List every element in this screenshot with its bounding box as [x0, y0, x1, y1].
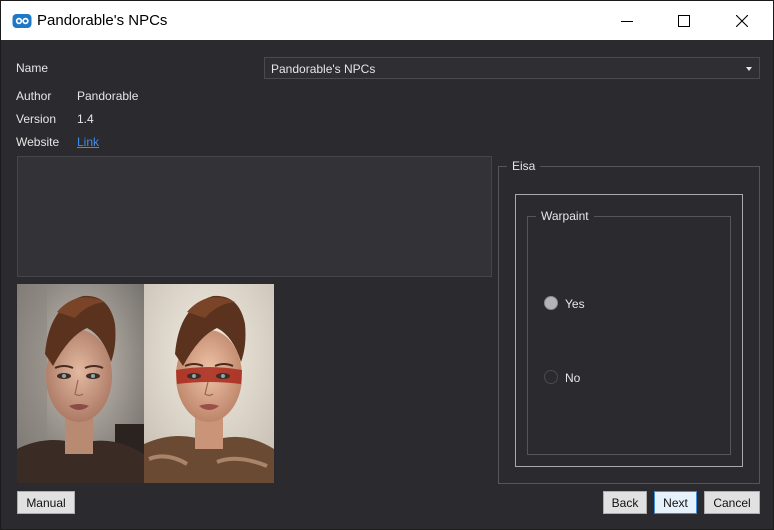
- minimize-icon: [621, 20, 633, 22]
- manual-button[interactable]: Manual: [17, 491, 75, 514]
- installer-window: Pandorable's NPCs Name Pandorable's NPCs…: [0, 0, 774, 530]
- radio-no-label[interactable]: No: [565, 371, 580, 385]
- option-subgroup-title: Warpaint: [536, 209, 594, 223]
- title-bar[interactable]: Pandorable's NPCs: [1, 1, 773, 40]
- next-button[interactable]: Next: [654, 491, 697, 514]
- preview-image: [17, 284, 274, 483]
- version-value: 1.4: [77, 112, 94, 126]
- chevron-down-icon: [746, 67, 752, 71]
- close-button[interactable]: [719, 1, 765, 40]
- author-label: Author: [16, 89, 52, 103]
- name-select-value: Pandorable's NPCs: [271, 62, 376, 76]
- author-value: Pandorable: [77, 89, 139, 103]
- name-label: Name: [16, 61, 49, 75]
- back-button[interactable]: Back: [603, 491, 647, 514]
- close-icon: [736, 14, 748, 27]
- website-label: Website: [16, 135, 60, 149]
- radio-no[interactable]: [544, 370, 558, 384]
- maximize-icon: [678, 14, 690, 27]
- name-select[interactable]: Pandorable's NPCs: [264, 57, 760, 79]
- window-title: Pandorable's NPCs: [37, 12, 168, 29]
- description-box: [17, 156, 492, 277]
- radio-yes[interactable]: [544, 296, 558, 310]
- minimize-button[interactable]: [604, 1, 650, 40]
- maximize-button[interactable]: [661, 1, 707, 40]
- version-label: Version: [16, 112, 57, 126]
- option-subgroup-warpaint: [527, 216, 731, 455]
- cancel-button[interactable]: Cancel: [704, 491, 760, 514]
- website-link[interactable]: Link: [77, 135, 99, 149]
- option-group-title: Eisa: [507, 159, 541, 173]
- radio-yes-label[interactable]: Yes: [565, 297, 585, 311]
- app-logo-icon: [12, 14, 32, 28]
